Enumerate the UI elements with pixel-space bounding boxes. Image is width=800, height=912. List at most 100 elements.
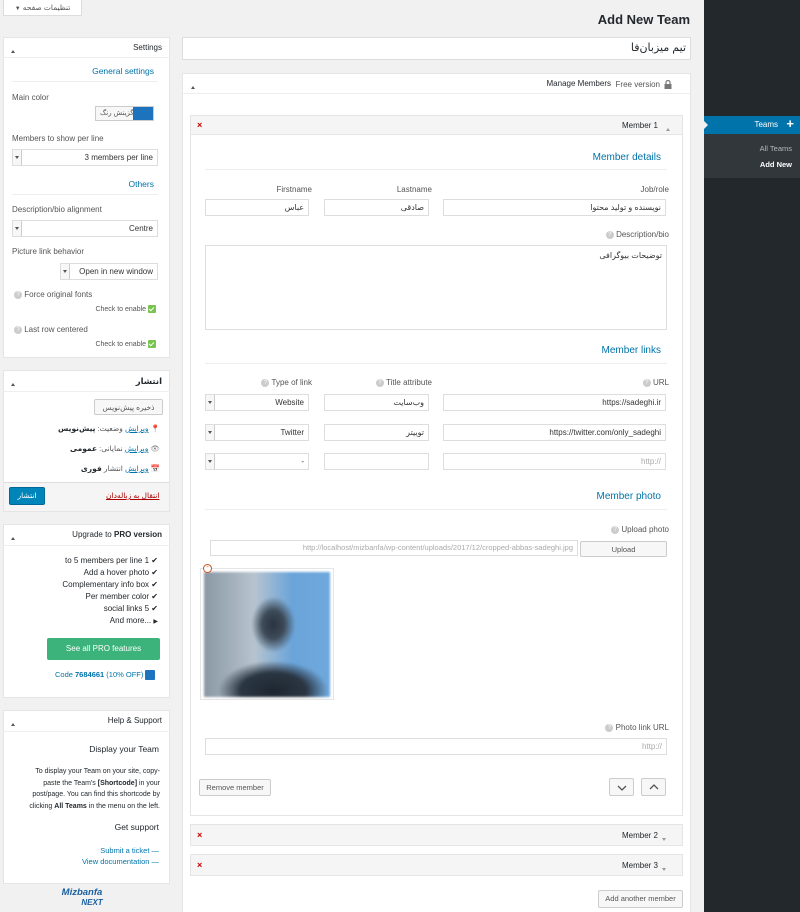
sidebar-item-teams[interactable]: Teams + [704,116,800,134]
feature-item: to 5 members per line 1 ✔ [65,556,158,565]
collapse-icon[interactable] [11,533,15,542]
submenu-all-teams[interactable]: All Teams [760,144,792,153]
visibility-edit-link[interactable]: ویرایش [125,444,149,453]
check-icon: ✔ [151,556,158,565]
help-header: Help & Support [3,710,170,732]
check-icon: ✔ [151,568,158,577]
member-3-header[interactable]: × Member 3 [190,854,683,876]
divider [205,509,667,510]
members-per-line-select[interactable]: 3 members per line [12,149,158,166]
select-arrow-icon [206,425,215,440]
gift-icon [145,670,156,681]
team-title-input[interactable]: تیم میزبان‌فا [182,37,691,60]
member-2-header[interactable]: × Member 2 [190,824,683,846]
trash-link[interactable]: انتقال به زباله‌دان [106,491,159,500]
collapse-icon[interactable] [11,719,15,728]
delete-member-icon[interactable]: × [197,860,202,870]
publish-edit-link[interactable]: ویرایش [125,464,149,473]
select-arrow-icon [206,454,215,469]
help-icon: ? [261,378,270,387]
help-text: To display your Team on your site, copy-… [29,768,160,810]
mizbanfa-logo: Mizbanfa NEXT [61,887,103,908]
screen-options-button[interactable]: ▼ تنظیمات صفحه [3,0,82,16]
link-type-select[interactable]: Website [205,394,309,411]
delete-member-icon[interactable]: × [197,120,202,130]
caret-down-icon: ▼ [14,6,21,12]
member-photo-title: Member photo [596,491,661,502]
display-team-title: Display your Team [89,744,159,754]
member-1-header[interactable]: × Member 1 [190,115,683,135]
link-type-select[interactable]: - [205,453,309,470]
check-icon: ✔ [151,604,158,613]
calendar-icon: 📅 [150,464,160,473]
arrow-right-icon: ▶ [153,619,158,625]
publish-header: انتشار [3,370,170,392]
last-row-checkbox[interactable] [148,340,156,348]
publish-button[interactable]: انتشار [9,487,45,505]
photo-link-input[interactable]: http:// [205,738,667,755]
help-icon: ? [375,378,384,387]
alignment-select[interactable]: Centre [12,220,158,237]
feature-item: And more... ▶ [109,616,158,625]
description-textarea[interactable]: توضیحات بیوگرافی [205,245,667,330]
force-fonts-checkbox[interactable] [148,305,156,313]
lock-icon [664,79,672,89]
delete-member-icon[interactable]: × [197,830,202,840]
color-picker-button[interactable]: گزینش رنگ [95,106,154,121]
move-down-button[interactable] [609,778,634,796]
manage-members-header: Manage Members Free version [183,74,690,94]
page-title: Add New Team [597,12,690,27]
remove-member-button[interactable]: Remove member [199,779,271,796]
chevron-up-icon [649,784,658,790]
help-icon: ? [605,230,614,239]
arrow-indicator-icon [704,121,708,129]
divider [12,81,158,82]
help-icon: ? [14,290,22,299]
picture-link-select[interactable]: Open in new window [60,263,158,280]
collapse-icon[interactable] [11,46,15,55]
member-details-title: Member details [592,152,661,163]
caret-down-icon [662,864,666,873]
divider [12,194,158,195]
view-docs-link[interactable]: View documentation — [82,857,159,866]
collapse-icon[interactable] [11,379,15,388]
move-up-button[interactable] [641,778,666,796]
help-icon: ? [605,723,614,732]
save-draft-button[interactable]: ذخیره پیش‌نویس [94,399,163,415]
status-row: ویرایش وضعیت: پیش‌نویس 📍 [58,424,160,433]
divider [205,363,667,364]
status-edit-link[interactable]: ویرایش [125,424,149,433]
feature-item: social links 5 ✔ [103,604,158,613]
caret-down-icon [662,834,666,843]
add-member-button[interactable]: Add another member [598,890,683,908]
link-url-input[interactable]: https://twitter.com/only_sadeghi [443,424,666,441]
link-title-input[interactable] [324,453,429,470]
feature-item: Per member color ✔ [85,592,158,601]
feature-item: Complementary info box ✔ [62,580,158,589]
collapse-icon[interactable] [191,82,195,91]
visibility-row: ویرایش نمایانی: عمومی 👁 [69,444,160,453]
general-settings-title: General settings [92,66,154,76]
select-arrow-icon [206,395,215,410]
publish-date-row: ویرایش انتشار فوری 📅 [80,464,160,473]
submit-ticket-link[interactable]: Submit a ticket — [100,846,159,855]
submenu-add-new[interactable]: Add New [760,160,792,169]
feature-item: Add a hover photo ✔ [83,568,158,577]
firstname-input[interactable]: عباس [205,199,309,216]
link-type-select[interactable]: Twitter [205,424,309,441]
link-url-input[interactable]: http:// [443,453,666,470]
divider [205,169,667,170]
upgrade-header: Upgrade to PRO version [3,524,170,546]
link-title-input[interactable]: وب‌سایت [324,394,429,411]
check-icon: ✔ [151,592,158,601]
link-title-input[interactable]: توییتر [324,424,429,441]
lastname-input[interactable]: صادقی [324,199,429,216]
link-url-input[interactable]: https://sadeghi.ir [443,394,666,411]
photo-url-input[interactable]: http://localhost/mizbanfa/wp-content/upl… [210,540,578,556]
see-pro-features-button[interactable]: See all PRO features [47,638,160,660]
remove-photo-icon[interactable]: - [203,564,212,573]
upload-button[interactable]: Upload [580,541,667,557]
coupon-code: Code 7684661 (10% OFF) [55,670,156,681]
job-input[interactable]: نویسنده و تولید محتوا [443,199,666,216]
pin-icon: 📍 [150,424,160,433]
